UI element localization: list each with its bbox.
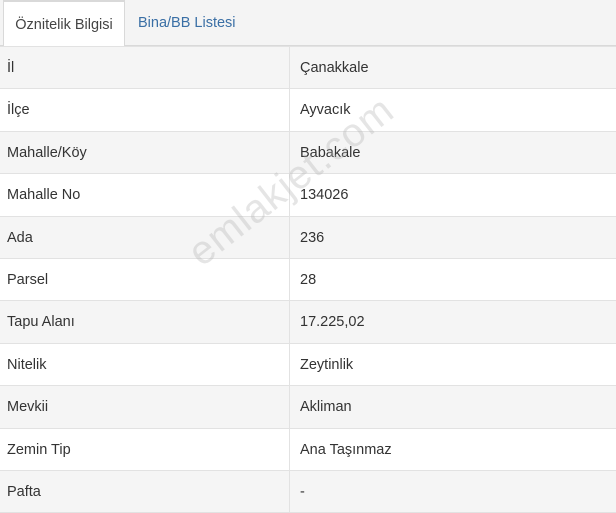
column-divider <box>289 428 290 470</box>
row-value: - <box>300 483 305 500</box>
row-label: İl <box>7 60 15 76</box>
tab-building-list[interactable]: Bina/BB Listesi <box>138 0 236 46</box>
row-value: Akliman <box>300 399 352 416</box>
row-label: Mahalle No <box>7 187 81 204</box>
attribute-table: İl Çanakkale İlçe Ayvacık Mahalle/Köy Ba… <box>0 46 616 513</box>
column-divider <box>289 343 290 386</box>
table-row: İlçe Ayvacık <box>0 89 616 132</box>
row-value: 28 <box>300 271 317 288</box>
column-divider <box>289 258 290 301</box>
row-value: Babakale <box>300 144 361 161</box>
table-row: Ada 236 <box>0 216 616 259</box>
row-label: Tapu Alanı <box>7 314 75 331</box>
row-label: Parsel <box>7 271 49 288</box>
row-label: Mevkii <box>7 399 49 416</box>
column-divider <box>289 131 290 174</box>
row-value: 236 <box>300 229 325 246</box>
row-label: Zemin Tip <box>7 441 71 458</box>
row-value: 134026 <box>300 187 349 204</box>
column-divider <box>289 301 290 343</box>
table-row: İl Çanakkale <box>0 47 616 90</box>
column-divider <box>289 216 290 258</box>
row-value: 17.225,02 <box>300 314 365 331</box>
column-divider <box>289 470 290 513</box>
table-row: Parsel 28 <box>0 258 616 302</box>
row-value: Ana Taşınmaz <box>300 441 392 458</box>
column-divider <box>289 47 290 89</box>
row-label: İlçe <box>7 102 30 119</box>
table-row: Mevkii Akliman <box>0 386 616 429</box>
table-row: Nitelik Zeytinlik <box>0 343 616 387</box>
table-row: Mahalle/Köy Babakale <box>0 131 616 175</box>
row-value: Çanakkale <box>300 60 369 76</box>
row-label: Pafta <box>7 483 41 500</box>
table-row: Zemin Tip Ana Taşınmaz <box>0 428 616 471</box>
row-value: Ayvacık <box>300 102 351 119</box>
tab-attribute-info[interactable]: Öznitelik Bilgisi <box>3 0 125 47</box>
tab-bar: Öznitelik Bilgisi Bina/BB Listesi <box>0 0 616 47</box>
column-divider <box>289 386 290 428</box>
column-divider <box>289 89 290 131</box>
table-row: Mahalle No 134026 <box>0 174 616 217</box>
table-row: Tapu Alanı 17.225,02 <box>0 301 616 344</box>
row-label: Nitelik <box>7 356 47 373</box>
row-label: Ada <box>7 229 33 246</box>
row-label: Mahalle/Köy <box>7 144 87 161</box>
row-value: Zeytinlik <box>300 356 354 373</box>
table-row: Pafta - <box>0 470 616 513</box>
column-divider <box>289 174 290 216</box>
